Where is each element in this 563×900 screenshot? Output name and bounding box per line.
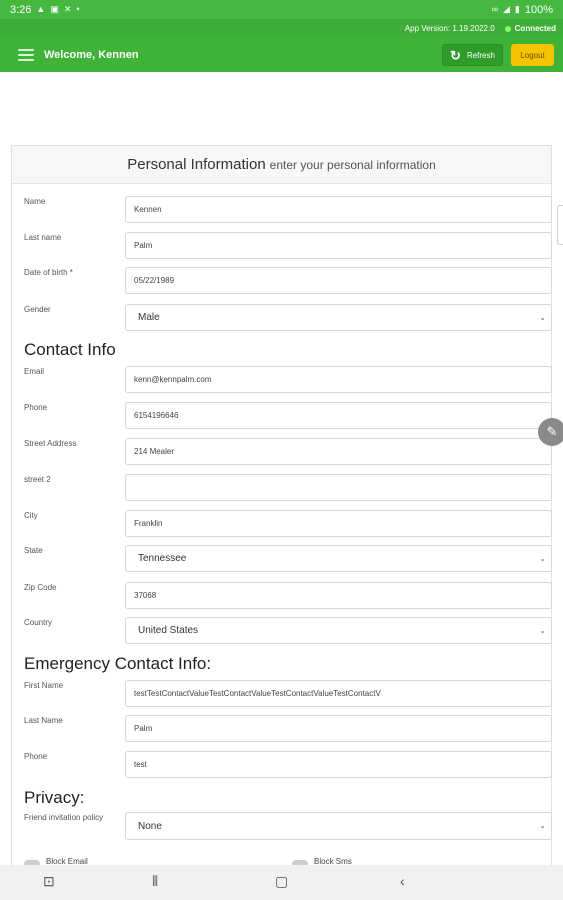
zip-input[interactable]: 37068: [125, 582, 552, 609]
chevron-down-icon: ⌄: [539, 554, 546, 563]
dob-row: Date of birth * 05/22/1989: [24, 267, 552, 294]
country-value: United States: [138, 625, 199, 636]
recents-icon[interactable]: ⦀: [152, 874, 158, 888]
menu-icon[interactable]: [18, 49, 34, 61]
emergency-last-name-input[interactable]: Palm: [125, 715, 552, 742]
card-subtitle: enter your personal information: [269, 157, 436, 172]
street-label: Street Address: [24, 439, 77, 448]
emergency-first-name-input[interactable]: testTestContactValueTestContactValueTest…: [125, 680, 552, 707]
last-name-label: Last name: [24, 233, 62, 242]
emergency-phone-input[interactable]: test: [125, 751, 552, 778]
name-label: Name: [24, 197, 46, 206]
refresh-button[interactable]: ↻ Refresh: [442, 44, 503, 66]
gender-label: Gender: [24, 305, 51, 314]
privacy-heading: Privacy:: [24, 788, 85, 807]
status-bar: 3:26 ▲ ▣ ✕ • ∞ ◢ ▮ 100%: [0, 0, 563, 19]
card-title: Personal Information: [127, 156, 266, 173]
email-label: Email: [24, 367, 45, 376]
battery-level: 100%: [524, 3, 553, 16]
city-label: City: [24, 511, 38, 520]
friend-invitation-select[interactable]: None ⌄: [125, 812, 552, 840]
city-row: City Franklin: [24, 510, 552, 537]
back-icon[interactable]: ‹: [400, 874, 405, 888]
street-input[interactable]: 214 Mealer: [125, 438, 552, 465]
state-select[interactable]: Tennessee ⌄: [125, 545, 552, 572]
street2-row: street 2: [24, 474, 552, 501]
phone-row: Phone 6154196646: [24, 402, 552, 429]
chevron-down-icon: ⌄: [539, 821, 546, 830]
home-icon[interactable]: ▢: [275, 874, 288, 888]
emergency-heading: Emergency Contact Info:: [24, 654, 212, 673]
version-bar: App Version: 1.19.2022.0 Connected: [0, 19, 563, 38]
email-input[interactable]: kenn@kennpalm.com: [125, 366, 552, 393]
street2-input[interactable]: [125, 474, 552, 501]
state-row: State Tennessee ⌄: [24, 545, 552, 572]
last-name-row: Last name Palm: [24, 232, 552, 259]
wifi-icon: ◢: [502, 4, 510, 14]
street-row: Street Address 214 Mealer: [24, 438, 552, 465]
notification-icon: ▲: [36, 4, 46, 14]
chevron-down-icon: ⌄: [539, 313, 546, 322]
keyboard-icon[interactable]: ⊡: [43, 874, 55, 888]
gender-select[interactable]: Male ⌄: [125, 304, 552, 331]
link-icon: ∞: [491, 4, 498, 14]
emergency-last-name-row: Last Name Palm: [24, 715, 552, 742]
phone-label: Phone: [24, 403, 48, 412]
emergency-phone-row: Phone test: [24, 751, 552, 778]
dob-input[interactable]: 05/22/1989: [125, 267, 552, 294]
chevron-down-icon: ⌄: [539, 626, 546, 635]
refresh-label: Refresh: [466, 50, 495, 60]
friend-invitation-label: Friend invitation policy: [24, 813, 104, 822]
welcome-text: Welcome, Kennen: [44, 49, 139, 61]
country-select[interactable]: United States ⌄: [125, 617, 552, 644]
status-time: 3:26: [10, 3, 32, 16]
connected-dot-icon: [504, 25, 511, 32]
city-input[interactable]: Franklin: [125, 510, 552, 537]
edit-pencil-icon[interactable]: ✎: [538, 418, 563, 446]
contact-heading: Contact Info: [24, 340, 116, 359]
side-panel-handle[interactable]: [557, 205, 563, 245]
zip-label: Zip Code: [24, 583, 57, 592]
connection-label: Connected: [514, 24, 556, 33]
emergency-first-name-row: First Name testTestContactValueTestConta…: [24, 680, 552, 707]
name-input[interactable]: Kennen: [125, 196, 552, 223]
friend-invitation-value: None: [138, 820, 162, 832]
battery-icon: ▮: [514, 4, 520, 14]
x-icon: ✕: [63, 4, 72, 14]
state-value: Tennessee: [138, 553, 187, 564]
state-label: State: [24, 546, 43, 555]
personal-info-card: Personal Information enter your personal…: [11, 145, 552, 880]
logout-button[interactable]: Logout: [511, 44, 554, 66]
emergency-first-name-label: First Name: [24, 681, 64, 690]
friend-invitation-row: Friend invitation policy None ⌄: [24, 812, 552, 840]
street2-label: street 2: [24, 475, 51, 484]
connection-status: Connected: [504, 24, 556, 33]
card-header: Personal Information enter your personal…: [12, 146, 551, 184]
emergency-phone-label: Phone: [24, 752, 48, 761]
country-label: Country: [24, 618, 53, 627]
app-version: App Version: 1.19.2022.0: [404, 24, 495, 33]
system-nav-bar: ⊡ ⦀ ▢ ‹: [0, 865, 563, 900]
gender-value: Male: [138, 312, 160, 323]
phone-input[interactable]: 6154196646: [125, 402, 552, 429]
gender-row: Gender Male ⌄: [24, 304, 552, 331]
emergency-last-name-label: Last Name: [24, 716, 63, 725]
country-row: Country United States ⌄: [24, 617, 552, 644]
refresh-icon: ↻: [450, 47, 461, 63]
zip-row: Zip Code 37068: [24, 582, 552, 609]
email-row: Email kenn@kennpalm.com: [24, 366, 552, 393]
app-bar: Welcome, Kennen ↻ Refresh Logout: [0, 38, 563, 72]
image-icon: ▣: [50, 4, 59, 14]
last-name-input[interactable]: Palm: [125, 232, 552, 259]
name-row: Name Kennen: [24, 196, 552, 223]
dot-icon: •: [76, 4, 80, 14]
dob-label: Date of birth *: [24, 268, 73, 277]
